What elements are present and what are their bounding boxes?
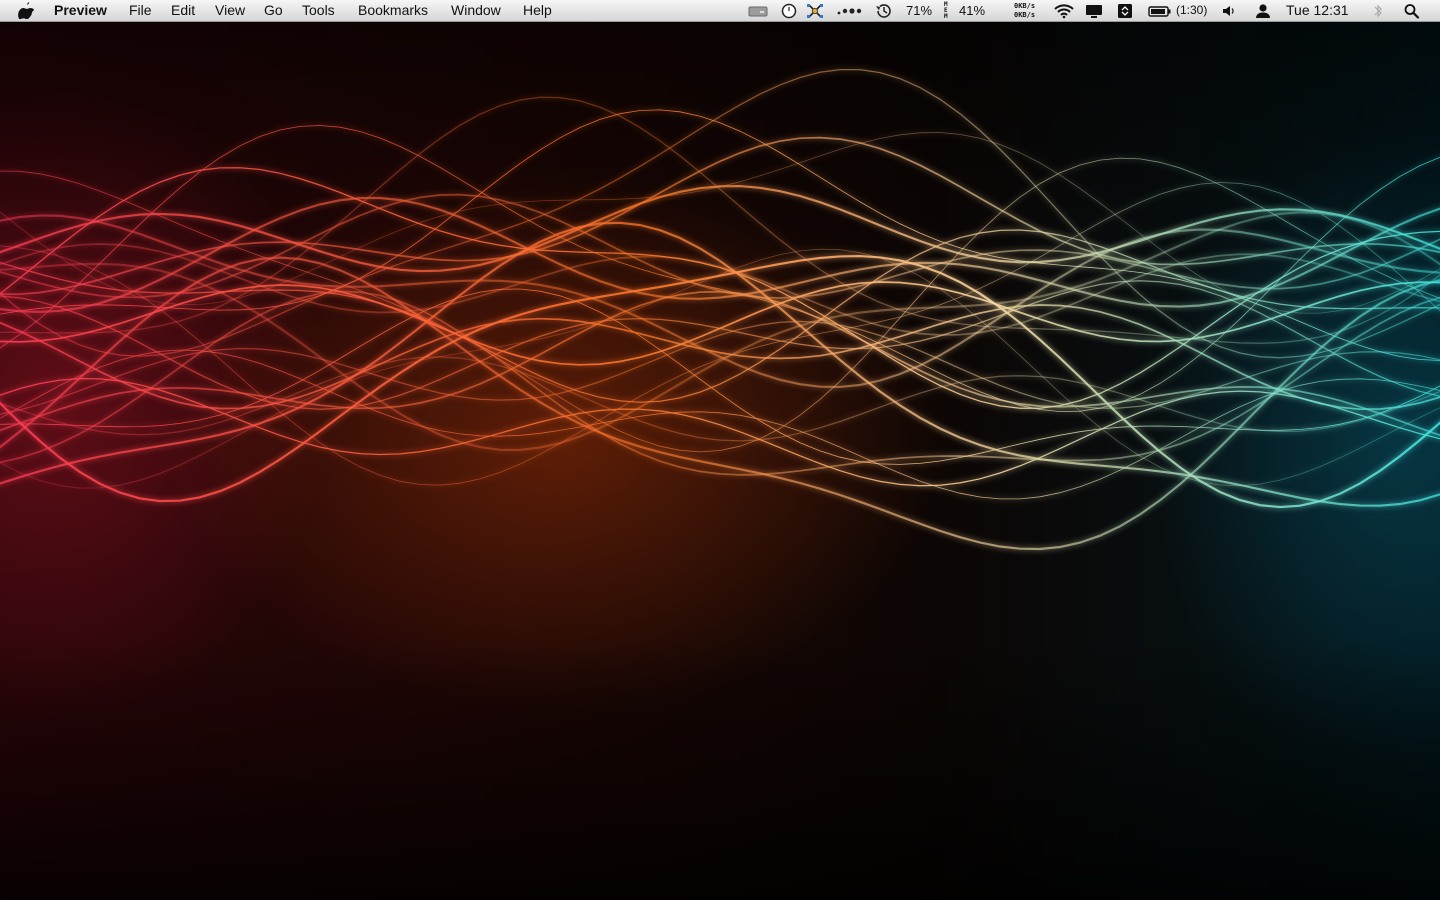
wifi-icon[interactable]: [1053, 3, 1075, 19]
battery-icon[interactable]: [1148, 3, 1172, 19]
apple-menu[interactable]: [18, 0, 35, 21]
dots-icon[interactable]: [836, 3, 862, 19]
menu-file[interactable]: File: [129, 0, 152, 21]
menu-window[interactable]: Window: [451, 0, 501, 21]
net-up[interactable]: 0KB/s: [1014, 2, 1035, 10]
light-strand: [0, 377, 1440, 487]
net-down[interactable]: 0KB/s: [1014, 11, 1035, 19]
light-strand: [0, 109, 1440, 361]
spotlight-icon[interactable]: [1403, 3, 1421, 19]
clock-text[interactable]: Tue 12:31: [1286, 0, 1349, 21]
app-menu-preview[interactable]: Preview: [54, 0, 107, 21]
apple-icon: [18, 2, 35, 20]
time-machine-icon[interactable]: [874, 3, 894, 19]
clock-icon[interactable]: [780, 3, 798, 19]
mem-label: M E M: [944, 1, 948, 20]
light-strand: [0, 167, 1440, 409]
menu-edit[interactable]: Edit: [171, 0, 195, 21]
volume-icon[interactable]: [1221, 3, 1239, 19]
menu-bar: Preview File Edit View Go Tools Bookmark…: [0, 0, 1440, 22]
user-icon[interactable]: [1254, 3, 1272, 19]
network-x-icon[interactable]: [806, 3, 824, 19]
light-strand: [0, 290, 1440, 437]
menu-go[interactable]: Go: [264, 0, 283, 21]
light-strand: [0, 132, 1440, 314]
drive-icon[interactable]: [748, 3, 768, 19]
mem-usage[interactable]: 41%: [959, 0, 985, 21]
desktop: [0, 22, 1440, 900]
display-icon[interactable]: [1084, 3, 1104, 19]
cpu-usage[interactable]: 71%: [906, 0, 932, 21]
sync-icon[interactable]: [1116, 3, 1134, 19]
light-strand: [0, 193, 1440, 299]
menu-tools[interactable]: Tools: [302, 0, 335, 21]
battery-time[interactable]: (1:30): [1176, 0, 1207, 21]
wallpaper-waves: [0, 68, 1440, 551]
menu-bookmarks[interactable]: Bookmarks: [358, 0, 428, 21]
menu-view[interactable]: View: [215, 0, 245, 21]
menu-help[interactable]: Help: [523, 0, 552, 21]
light-strand: [0, 320, 1440, 415]
light-strand: [0, 68, 1440, 359]
bluetooth-icon[interactable]: [1372, 3, 1384, 19]
